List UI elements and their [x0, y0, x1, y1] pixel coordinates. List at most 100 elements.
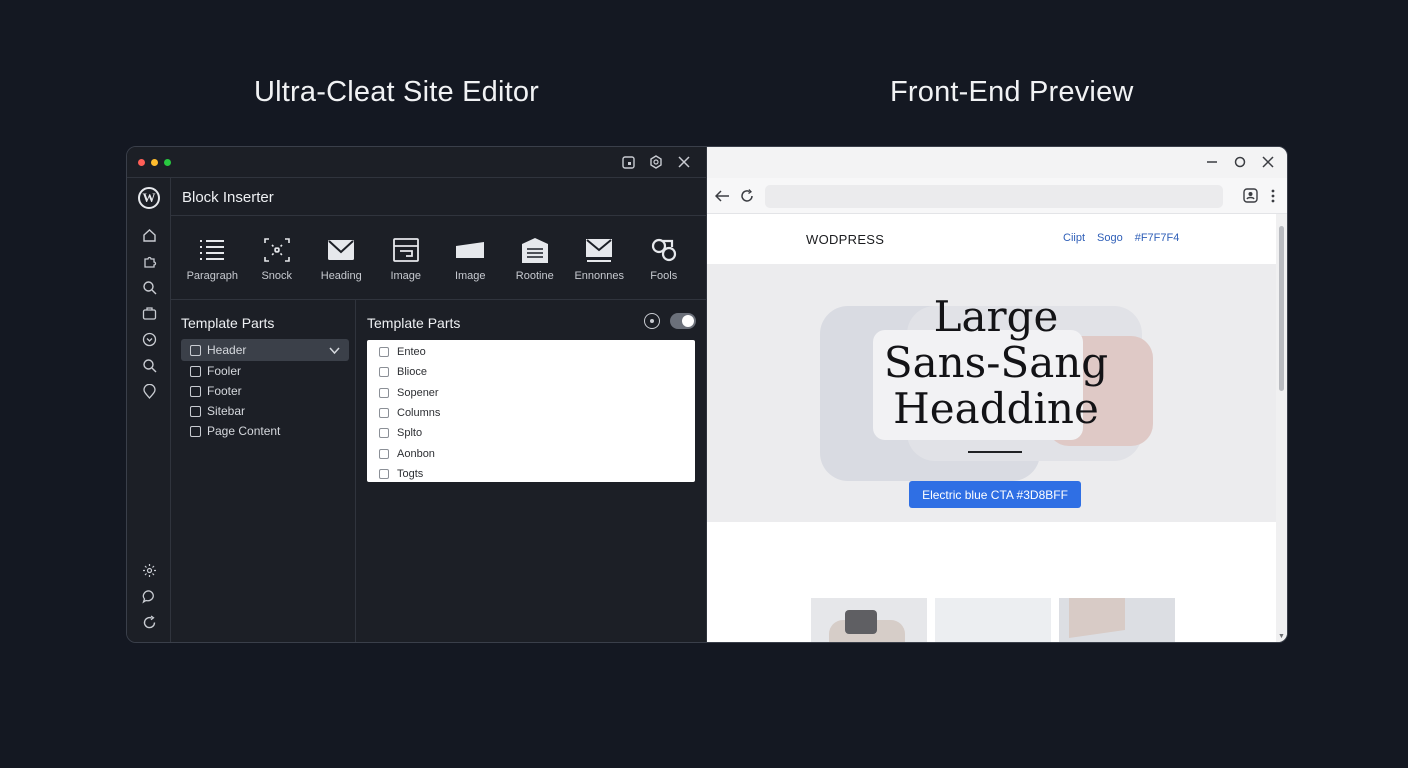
template-part-sitebar[interactable]: Sitebar: [181, 401, 349, 421]
checkbox[interactable]: [379, 428, 389, 439]
option-item[interactable]: Enteo: [367, 342, 695, 362]
block-rootine[interactable]: Rootine: [503, 216, 568, 299]
location-pin-icon[interactable]: [140, 382, 158, 400]
settings-icon[interactable]: [648, 154, 664, 170]
template-part-footer[interactable]: Footer: [181, 381, 349, 401]
close-icon[interactable]: [1261, 154, 1275, 170]
block-image-alt[interactable]: Image: [438, 216, 503, 299]
editor-main: Block Inserter Paragraph Snock Heading I…: [171, 178, 706, 642]
nav-link[interactable]: Sogo: [1097, 232, 1123, 244]
comment-icon[interactable]: [140, 587, 158, 605]
block-options-list: Enteo Blioce Sopener Columns Splto Aonbo…: [367, 340, 695, 482]
option-item[interactable]: Togts: [367, 464, 695, 484]
close-dot[interactable]: [138, 159, 145, 166]
inserter-title: Block Inserter: [182, 189, 274, 206]
nav-link[interactable]: #F7F7F4: [1135, 232, 1180, 244]
layout-icon: [391, 236, 421, 264]
checkbox[interactable]: [190, 405, 201, 417]
template-parts-panel: Template Parts Header Fooler Footer Site…: [171, 300, 356, 642]
zoom-dot[interactable]: [164, 159, 171, 166]
site-nav: Ciipt Sogo #F7F7F4: [1063, 232, 1179, 244]
reload-icon[interactable]: [738, 187, 756, 205]
checkbox[interactable]: [379, 408, 389, 419]
target-icon[interactable]: [644, 313, 660, 329]
selection-icon: [262, 236, 292, 264]
site-editor: W Block Inserter Paragraph Snock Heading…: [127, 147, 707, 642]
chevron-down-icon[interactable]: [329, 344, 340, 358]
template-parts-title: Template Parts: [181, 315, 275, 331]
editor-titlebar: [127, 147, 706, 178]
envelope-icon: [326, 236, 356, 264]
search-alt-icon[interactable]: [140, 356, 158, 374]
template-part-header[interactable]: Header: [181, 339, 349, 361]
cta-button[interactable]: Electric blue CTA #3D8BFF: [909, 481, 1081, 508]
option-item[interactable]: Blioce: [367, 362, 695, 382]
template-parts-detail-title: Template Parts: [367, 315, 461, 331]
template-part-fooler[interactable]: Fooler: [181, 361, 349, 381]
nav-link[interactable]: Ciipt: [1063, 232, 1085, 244]
preview-caption: Front-End Preview: [890, 76, 1134, 108]
template-part-page-content[interactable]: Page Content: [181, 421, 349, 441]
app-frame: W Block Inserter Paragraph Snock Heading…: [126, 146, 1288, 643]
maximize-icon[interactable]: [1233, 154, 1247, 170]
site-logo[interactable]: WODPRESS: [806, 232, 884, 247]
front-end-preview: WODPRESS Ciipt Sogo #F7F7F4 Large Sans-S…: [707, 147, 1287, 642]
checkbox[interactable]: [379, 347, 389, 358]
editor-sidebar-rail: W: [127, 178, 171, 642]
close-icon[interactable]: [676, 154, 692, 170]
option-item[interactable]: Splto: [367, 423, 695, 443]
scroll-down-icon[interactable]: ▼: [1278, 633, 1285, 640]
refresh-icon[interactable]: [140, 613, 158, 631]
window-icon[interactable]: [620, 154, 636, 170]
wordpress-logo-icon[interactable]: W: [138, 187, 160, 209]
block-image[interactable]: Image: [374, 216, 439, 299]
list-icon: [197, 236, 227, 264]
thumbnail[interactable]: [1059, 598, 1175, 642]
checkbox[interactable]: [379, 367, 389, 378]
browser-titlebar: [707, 147, 1287, 178]
hero-heading: Large Sans-Sang Headdine: [883, 292, 1109, 433]
chevron-circle-icon[interactable]: [140, 330, 158, 348]
block-paragraph[interactable]: Paragraph: [180, 216, 245, 299]
browser-toolbar: [707, 178, 1287, 214]
inserter-header: Block Inserter: [171, 178, 706, 216]
site-header: WODPRESS Ciipt Sogo #F7F7F4: [707, 214, 1276, 264]
checkbox[interactable]: [190, 385, 201, 397]
checkbox[interactable]: [190, 425, 201, 437]
scroll-thumb[interactable]: [1279, 226, 1284, 391]
block-grid: Paragraph Snock Heading Image Image Root…: [171, 216, 706, 300]
template-parts-list: Header Fooler Footer Sitebar Page Conten…: [181, 339, 349, 441]
editor-caption: Ultra-Cleat Site Editor: [254, 76, 540, 108]
minimize-icon[interactable]: [1205, 154, 1219, 170]
thumbnail[interactable]: [935, 598, 1051, 642]
puzzle-icon[interactable]: [140, 252, 158, 270]
option-item[interactable]: Aonbon: [367, 443, 695, 463]
checkbox[interactable]: [379, 468, 389, 479]
checkbox[interactable]: [379, 387, 389, 398]
option-item[interactable]: Columns: [367, 403, 695, 423]
hero-section: Large Sans-Sang Headdine Electric blue C…: [707, 264, 1276, 522]
address-bar[interactable]: [765, 185, 1223, 208]
scrollbar[interactable]: ▼: [1276, 214, 1287, 642]
block-heading[interactable]: Heading: [309, 216, 374, 299]
checkbox[interactable]: [190, 344, 201, 356]
visibility-toggle[interactable]: [670, 313, 696, 329]
template-parts-detail-panel: Template Parts Enteo Blioce Sopener Colu…: [356, 300, 706, 642]
back-arrow-icon[interactable]: [713, 187, 731, 205]
home-icon[interactable]: [140, 226, 158, 244]
thumbnail[interactable]: [811, 598, 927, 642]
tag-icon: [455, 236, 485, 264]
search-icon[interactable]: [140, 278, 158, 296]
briefcase-icon[interactable]: [140, 304, 158, 322]
block-fools[interactable]: Fools: [632, 216, 697, 299]
option-item[interactable]: Sopener: [367, 383, 695, 403]
profile-icon[interactable]: [1243, 188, 1258, 208]
minimize-dot[interactable]: [151, 159, 158, 166]
preview-page: WODPRESS Ciipt Sogo #F7F7F4 Large Sans-S…: [707, 214, 1276, 642]
block-ennonnes[interactable]: Ennonnes: [567, 216, 632, 299]
block-snock[interactable]: Snock: [245, 216, 310, 299]
checkbox[interactable]: [379, 448, 389, 459]
sparkle-settings-icon[interactable]: [140, 561, 158, 579]
more-menu-icon[interactable]: [1271, 189, 1275, 208]
checkbox[interactable]: [190, 365, 201, 377]
